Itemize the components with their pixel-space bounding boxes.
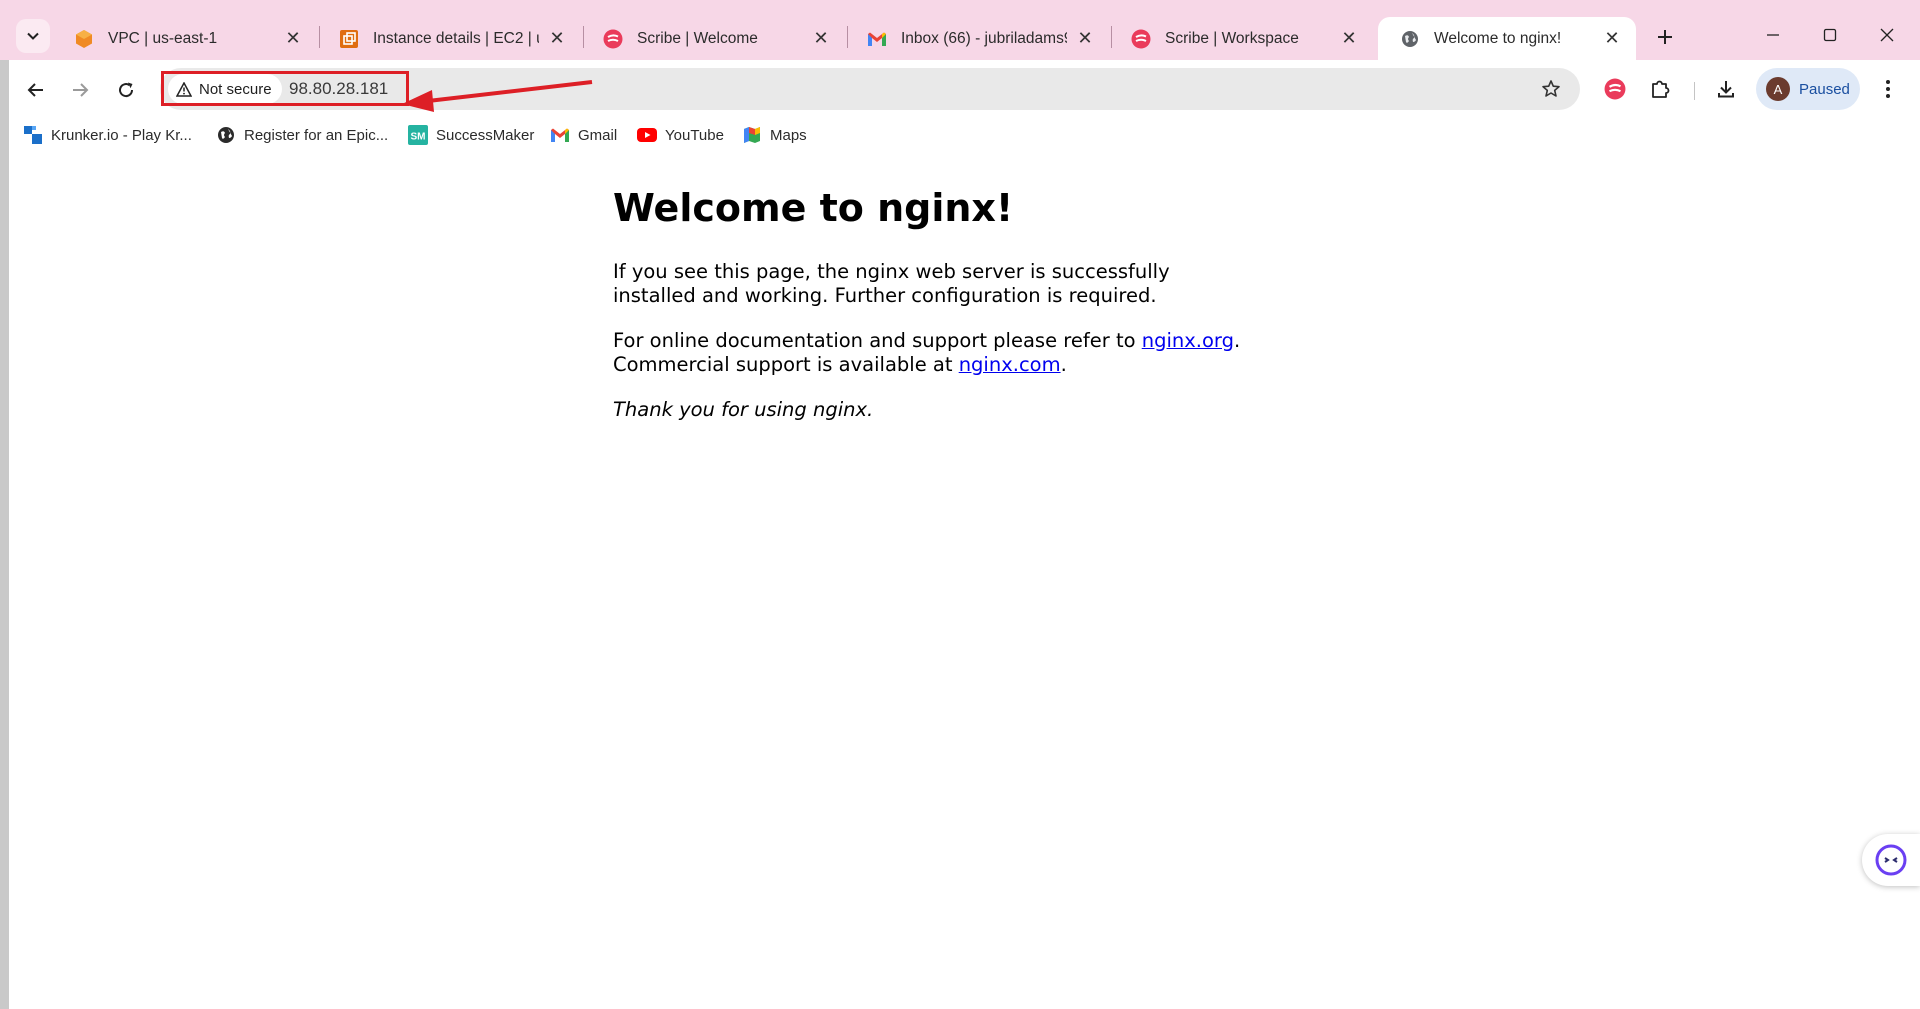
close-icon[interactable]: ✕ bbox=[1075, 28, 1095, 49]
minimize-button[interactable] bbox=[1748, 18, 1798, 52]
bookmark-youtube[interactable]: YouTube bbox=[637, 124, 724, 146]
docs-text: For online documentation and support ple… bbox=[613, 328, 1142, 352]
page-title: Welcome to nginx! bbox=[613, 186, 1014, 230]
globe-icon bbox=[1400, 29, 1420, 49]
scribe-icon bbox=[1131, 29, 1151, 49]
globe-icon bbox=[216, 125, 236, 145]
tab-scribe-workspace[interactable]: Scribe | Workspace ✕ bbox=[1109, 17, 1373, 60]
thanks-paragraph: Thank you for using nginx. bbox=[613, 398, 1253, 423]
bookmark-krunker[interactable]: Krunker.io - Play Kr... bbox=[23, 124, 192, 146]
reload-button[interactable] bbox=[108, 72, 144, 108]
more-vertical-icon bbox=[1886, 80, 1890, 98]
gmail-icon bbox=[550, 125, 570, 145]
bookmark-label: SuccessMaker bbox=[436, 126, 535, 144]
arrow-left-icon bbox=[27, 83, 43, 97]
assistant-widget-button[interactable] bbox=[1862, 834, 1920, 886]
bookmark-gmail[interactable]: Gmail bbox=[550, 124, 617, 146]
scribe-extension-button[interactable] bbox=[1600, 74, 1630, 104]
nginx-org-link[interactable]: nginx.org bbox=[1142, 329, 1234, 352]
close-icon[interactable]: ✕ bbox=[811, 28, 831, 49]
aws-vpc-icon bbox=[74, 29, 94, 49]
nginx-com-link[interactable]: nginx.com bbox=[959, 353, 1061, 376]
downloads-button[interactable] bbox=[1711, 74, 1741, 104]
puzzle-icon bbox=[1652, 80, 1670, 98]
intro-paragraph: If you see this page, the nginx web serv… bbox=[613, 259, 1170, 308]
scribe-icon bbox=[1604, 78, 1626, 100]
window-frame bbox=[0, 0, 9, 1009]
annotation-highlight-box bbox=[161, 71, 409, 106]
tab-title: Inbox (66) - jubriladams95 bbox=[901, 29, 1067, 47]
aws-ec2-icon bbox=[339, 29, 359, 49]
tab-search-button[interactable] bbox=[16, 19, 50, 53]
close-icon bbox=[1880, 28, 1894, 42]
bookmark-maps[interactable]: Maps bbox=[742, 124, 807, 146]
tab-title: Scribe | Workspace bbox=[1165, 29, 1299, 47]
tab-title: Instance details | EC2 | us-e bbox=[373, 29, 539, 47]
tab-nginx-welcome[interactable]: Welcome to nginx! ✕ bbox=[1378, 17, 1636, 60]
close-window-button[interactable] bbox=[1862, 18, 1912, 52]
tab-title: VPC | us-east-1 bbox=[108, 29, 218, 47]
bookmark-label: Krunker.io - Play Kr... bbox=[51, 126, 192, 144]
tab-vpc[interactable]: VPC | us-east-1 ✕ bbox=[52, 17, 317, 60]
tab-gmail-inbox[interactable]: Inbox (66) - jubriladams95 ✕ bbox=[845, 17, 1109, 60]
krunker-icon bbox=[23, 125, 43, 145]
close-icon[interactable]: ✕ bbox=[1339, 28, 1359, 49]
bookmark-label: YouTube bbox=[665, 126, 724, 144]
bookmark-star-button[interactable] bbox=[1538, 76, 1564, 102]
docs-text: . bbox=[1060, 353, 1067, 377]
profile-status: Paused bbox=[1799, 80, 1850, 98]
bookmark-epic[interactable]: Register for an Epic... bbox=[216, 124, 388, 146]
successmaker-icon: SM bbox=[408, 125, 428, 145]
scribe-icon bbox=[603, 29, 623, 49]
chevron-down-icon bbox=[27, 32, 39, 40]
close-icon[interactable]: ✕ bbox=[283, 28, 303, 49]
new-tab-button[interactable] bbox=[1648, 20, 1682, 54]
page-content: Welcome to nginx! If you see this page, … bbox=[613, 186, 1253, 442]
gmail-icon bbox=[867, 29, 887, 49]
bookmark-successmaker[interactable]: SM SuccessMaker bbox=[408, 124, 534, 146]
profile-button[interactable]: A Paused bbox=[1756, 68, 1860, 110]
back-button[interactable] bbox=[18, 72, 54, 108]
forward-button[interactable] bbox=[62, 72, 98, 108]
bookmark-label: Register for an Epic... bbox=[244, 126, 389, 144]
tab-scribe-welcome[interactable]: Scribe | Welcome ✕ bbox=[581, 17, 845, 60]
minimize-icon bbox=[1767, 34, 1779, 36]
browser-menu-button[interactable] bbox=[1878, 76, 1898, 102]
star-icon bbox=[1542, 80, 1560, 97]
maps-icon bbox=[742, 125, 762, 145]
tab-title: Welcome to nginx! bbox=[1434, 29, 1562, 47]
thanks-text: Thank you for using nginx. bbox=[613, 397, 874, 421]
tab-title: Scribe | Welcome bbox=[637, 29, 758, 47]
close-icon[interactable]: ✕ bbox=[547, 28, 567, 49]
youtube-icon bbox=[637, 125, 657, 145]
arrow-right-icon bbox=[73, 83, 89, 97]
close-icon[interactable]: ✕ bbox=[1602, 28, 1622, 49]
tab-ec2[interactable]: Instance details | EC2 | us-e ✕ bbox=[317, 17, 581, 60]
extensions-button[interactable] bbox=[1645, 74, 1675, 104]
download-icon bbox=[1718, 81, 1734, 98]
avatar: A bbox=[1766, 77, 1790, 101]
svg-text:SM: SM bbox=[411, 132, 426, 143]
reload-icon bbox=[119, 82, 134, 98]
docs-paragraph: For online documentation and support ple… bbox=[613, 329, 1253, 378]
assistant-face-icon bbox=[1875, 844, 1907, 876]
toolbar-divider bbox=[1694, 82, 1695, 100]
bookmark-label: Gmail bbox=[578, 126, 618, 144]
plus-icon bbox=[1658, 30, 1672, 44]
bookmark-label: Maps bbox=[770, 126, 807, 144]
maximize-button[interactable] bbox=[1805, 18, 1855, 52]
maximize-icon bbox=[1823, 28, 1837, 42]
